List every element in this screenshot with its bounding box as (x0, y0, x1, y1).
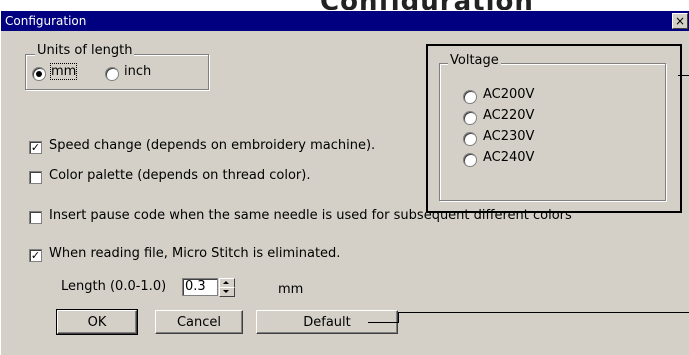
radio-inch[interactable] (105, 67, 119, 81)
radio-ac230v[interactable] (463, 132, 477, 146)
configuration-dialog: Configuration × Units of length mm inch … (0, 10, 689, 355)
ok-button[interactable]: OK (56, 309, 138, 335)
default-callout-short (368, 322, 398, 323)
length-label: Length (0.0-1.0) (61, 279, 167, 294)
radio-ac230v-label[interactable]: AC230V (483, 129, 534, 144)
radio-ac240v[interactable] (463, 153, 477, 167)
radio-ac240v-label[interactable]: AC240V (483, 150, 534, 165)
close-icon[interactable]: × (672, 13, 688, 29)
voltage-group-label: Voltage (448, 53, 501, 68)
radio-inch-label[interactable]: inch (124, 64, 151, 79)
insert-pause-label[interactable]: Insert pause code when the same needle i… (49, 208, 572, 223)
radio-mm-label[interactable]: mm (49, 63, 78, 80)
insert-pause-checkbox[interactable] (29, 211, 42, 224)
spin-down-icon[interactable] (219, 287, 235, 297)
length-unit: mm (278, 282, 304, 297)
speed-change-checkbox[interactable]: ✓ (29, 141, 42, 154)
units-group-label: Units of length (35, 43, 135, 58)
default-callout-line (398, 312, 689, 313)
radio-ac200v[interactable] (463, 90, 477, 104)
voltage-callout-line (678, 75, 689, 76)
color-palette-label[interactable]: Color palette (depends on thread color). (49, 168, 310, 183)
radio-ac220v[interactable] (463, 111, 477, 125)
length-spinner[interactable] (219, 278, 235, 297)
micro-stitch-label[interactable]: When reading file, Micro Stitch is elimi… (49, 246, 340, 261)
micro-stitch-checkbox[interactable]: ✓ (29, 249, 42, 262)
default-callout-vert (398, 312, 399, 323)
window-title: Configuration (5, 14, 87, 28)
length-input[interactable] (182, 278, 218, 296)
radio-ac220v-label[interactable]: AC220V (483, 108, 534, 123)
cancel-button[interactable]: Cancel (155, 310, 243, 334)
radio-mm[interactable] (32, 67, 46, 81)
speed-change-label[interactable]: Speed change (depends on embroidery mach… (49, 138, 375, 153)
color-palette-checkbox[interactable] (29, 171, 42, 184)
radio-ac200v-label[interactable]: AC200V (483, 87, 534, 102)
title-bar: Configuration × (1, 11, 689, 31)
